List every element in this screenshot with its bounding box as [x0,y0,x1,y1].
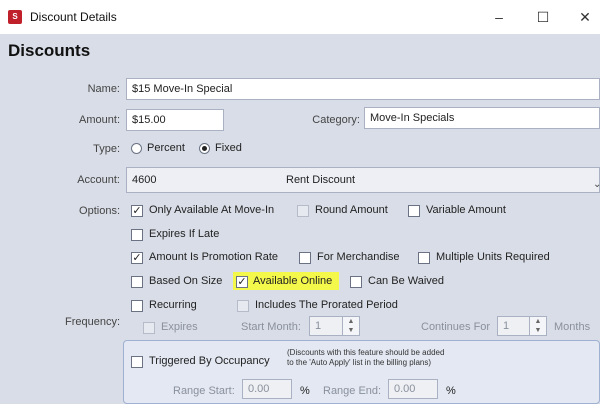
multiple-units-checkbox[interactable] [418,252,430,264]
only-move-in-label: Only Available At Move-In [149,204,275,216]
percent-radio[interactable] [131,143,142,154]
radio-selected-dot [202,146,207,151]
expires-if-late-label: Expires If Late [149,228,220,240]
includes-prorated-checkbox[interactable] [237,300,249,312]
percent-label: Percent [147,142,185,154]
discount-form-panel: Discounts Name: $15 Move-In Special Amou… [0,34,600,404]
multiple-units-label: Multiple Units Required [436,251,550,263]
amount-label: Amount: [79,114,120,126]
expires-label: Expires [161,321,198,333]
occupancy-note-line1: (Discounts with this feature should be a… [287,348,445,357]
start-month-spinner[interactable]: ▲ ▼ [342,316,360,336]
title-bar: S Discount Details – ☐ ✕ [0,0,600,34]
round-amount-label: Round Amount [315,204,388,216]
fixed-radio[interactable] [199,143,210,154]
can-be-waived-checkbox[interactable] [350,276,362,288]
frequency-label: Frequency: [64,316,120,328]
range-end-label: Range End: [323,385,382,397]
continues-for-label: Continues For [421,321,491,333]
range-end-field[interactable]: 0.00 [388,379,438,399]
start-month-label: Start Month: [241,321,301,333]
type-label: Type: [93,143,120,155]
account-select[interactable]: 4600 Rent Discount [126,167,600,193]
range-start-label: Range Start: [173,385,235,397]
fixed-label: Fixed [215,142,242,154]
continues-for-spinner[interactable]: ▲ ▼ [529,316,547,336]
available-online-label: Available Online [253,275,333,287]
amount-field[interactable]: $15.00 [126,109,224,131]
triggered-by-occupancy-label: Triggered By Occupancy [149,355,270,367]
name-field[interactable]: $15 Move-In Special [126,78,600,100]
account-label: Account: [77,174,120,186]
app-icon: S [8,10,22,24]
based-on-size-label: Based On Size [149,275,223,287]
based-on-size-checkbox[interactable] [131,276,143,288]
maximize-button[interactable]: ☐ [530,6,556,28]
recurring-label: Recurring [149,299,197,311]
includes-prorated-label: Includes The Prorated Period [255,299,398,311]
account-number: 4600 [132,174,157,186]
occupancy-note-line2: to the 'Auto Apply' list in the billing … [287,358,432,367]
for-merchandise-checkbox[interactable] [299,252,311,264]
category-label: Category: [312,114,360,126]
chevron-down-icon[interactable]: ⌄ [593,179,600,190]
expires-checkbox[interactable] [143,322,155,334]
account-name: Rent Discount [286,174,356,186]
only-move-in-checkbox[interactable]: ✓ [131,205,143,217]
minimize-button[interactable]: – [486,6,512,28]
range-end-percent: % [446,385,456,397]
page-title: Discounts [8,41,91,60]
continues-for-field[interactable]: 1 [497,316,531,336]
promotion-rate-label: Amount Is Promotion Rate [149,251,279,263]
triggered-by-occupancy-checkbox[interactable] [131,356,143,368]
range-start-percent: % [300,385,310,397]
variable-amount-label: Variable Amount [426,204,506,216]
name-label: Name: [87,83,120,95]
expires-if-late-checkbox[interactable] [131,229,143,241]
recurring-checkbox[interactable] [131,300,143,312]
available-online-checkbox[interactable]: ✓ [236,276,248,288]
occupancy-group: Triggered By Occupancy (Discounts with t… [123,340,600,404]
category-field[interactable]: Move-In Specials [364,107,600,129]
range-start-field[interactable]: 0.00 [242,379,292,399]
promotion-rate-checkbox[interactable]: ✓ [131,252,143,264]
can-be-waived-label: Can Be Waived [368,275,445,287]
months-label: Months [554,321,591,333]
for-merchandise-label: For Merchandise [317,251,400,263]
options-label: Options: [79,205,120,217]
variable-amount-checkbox[interactable] [408,205,420,217]
window-title: Discount Details [30,10,117,24]
close-button[interactable]: ✕ [572,6,598,28]
round-amount-checkbox[interactable] [297,205,309,217]
